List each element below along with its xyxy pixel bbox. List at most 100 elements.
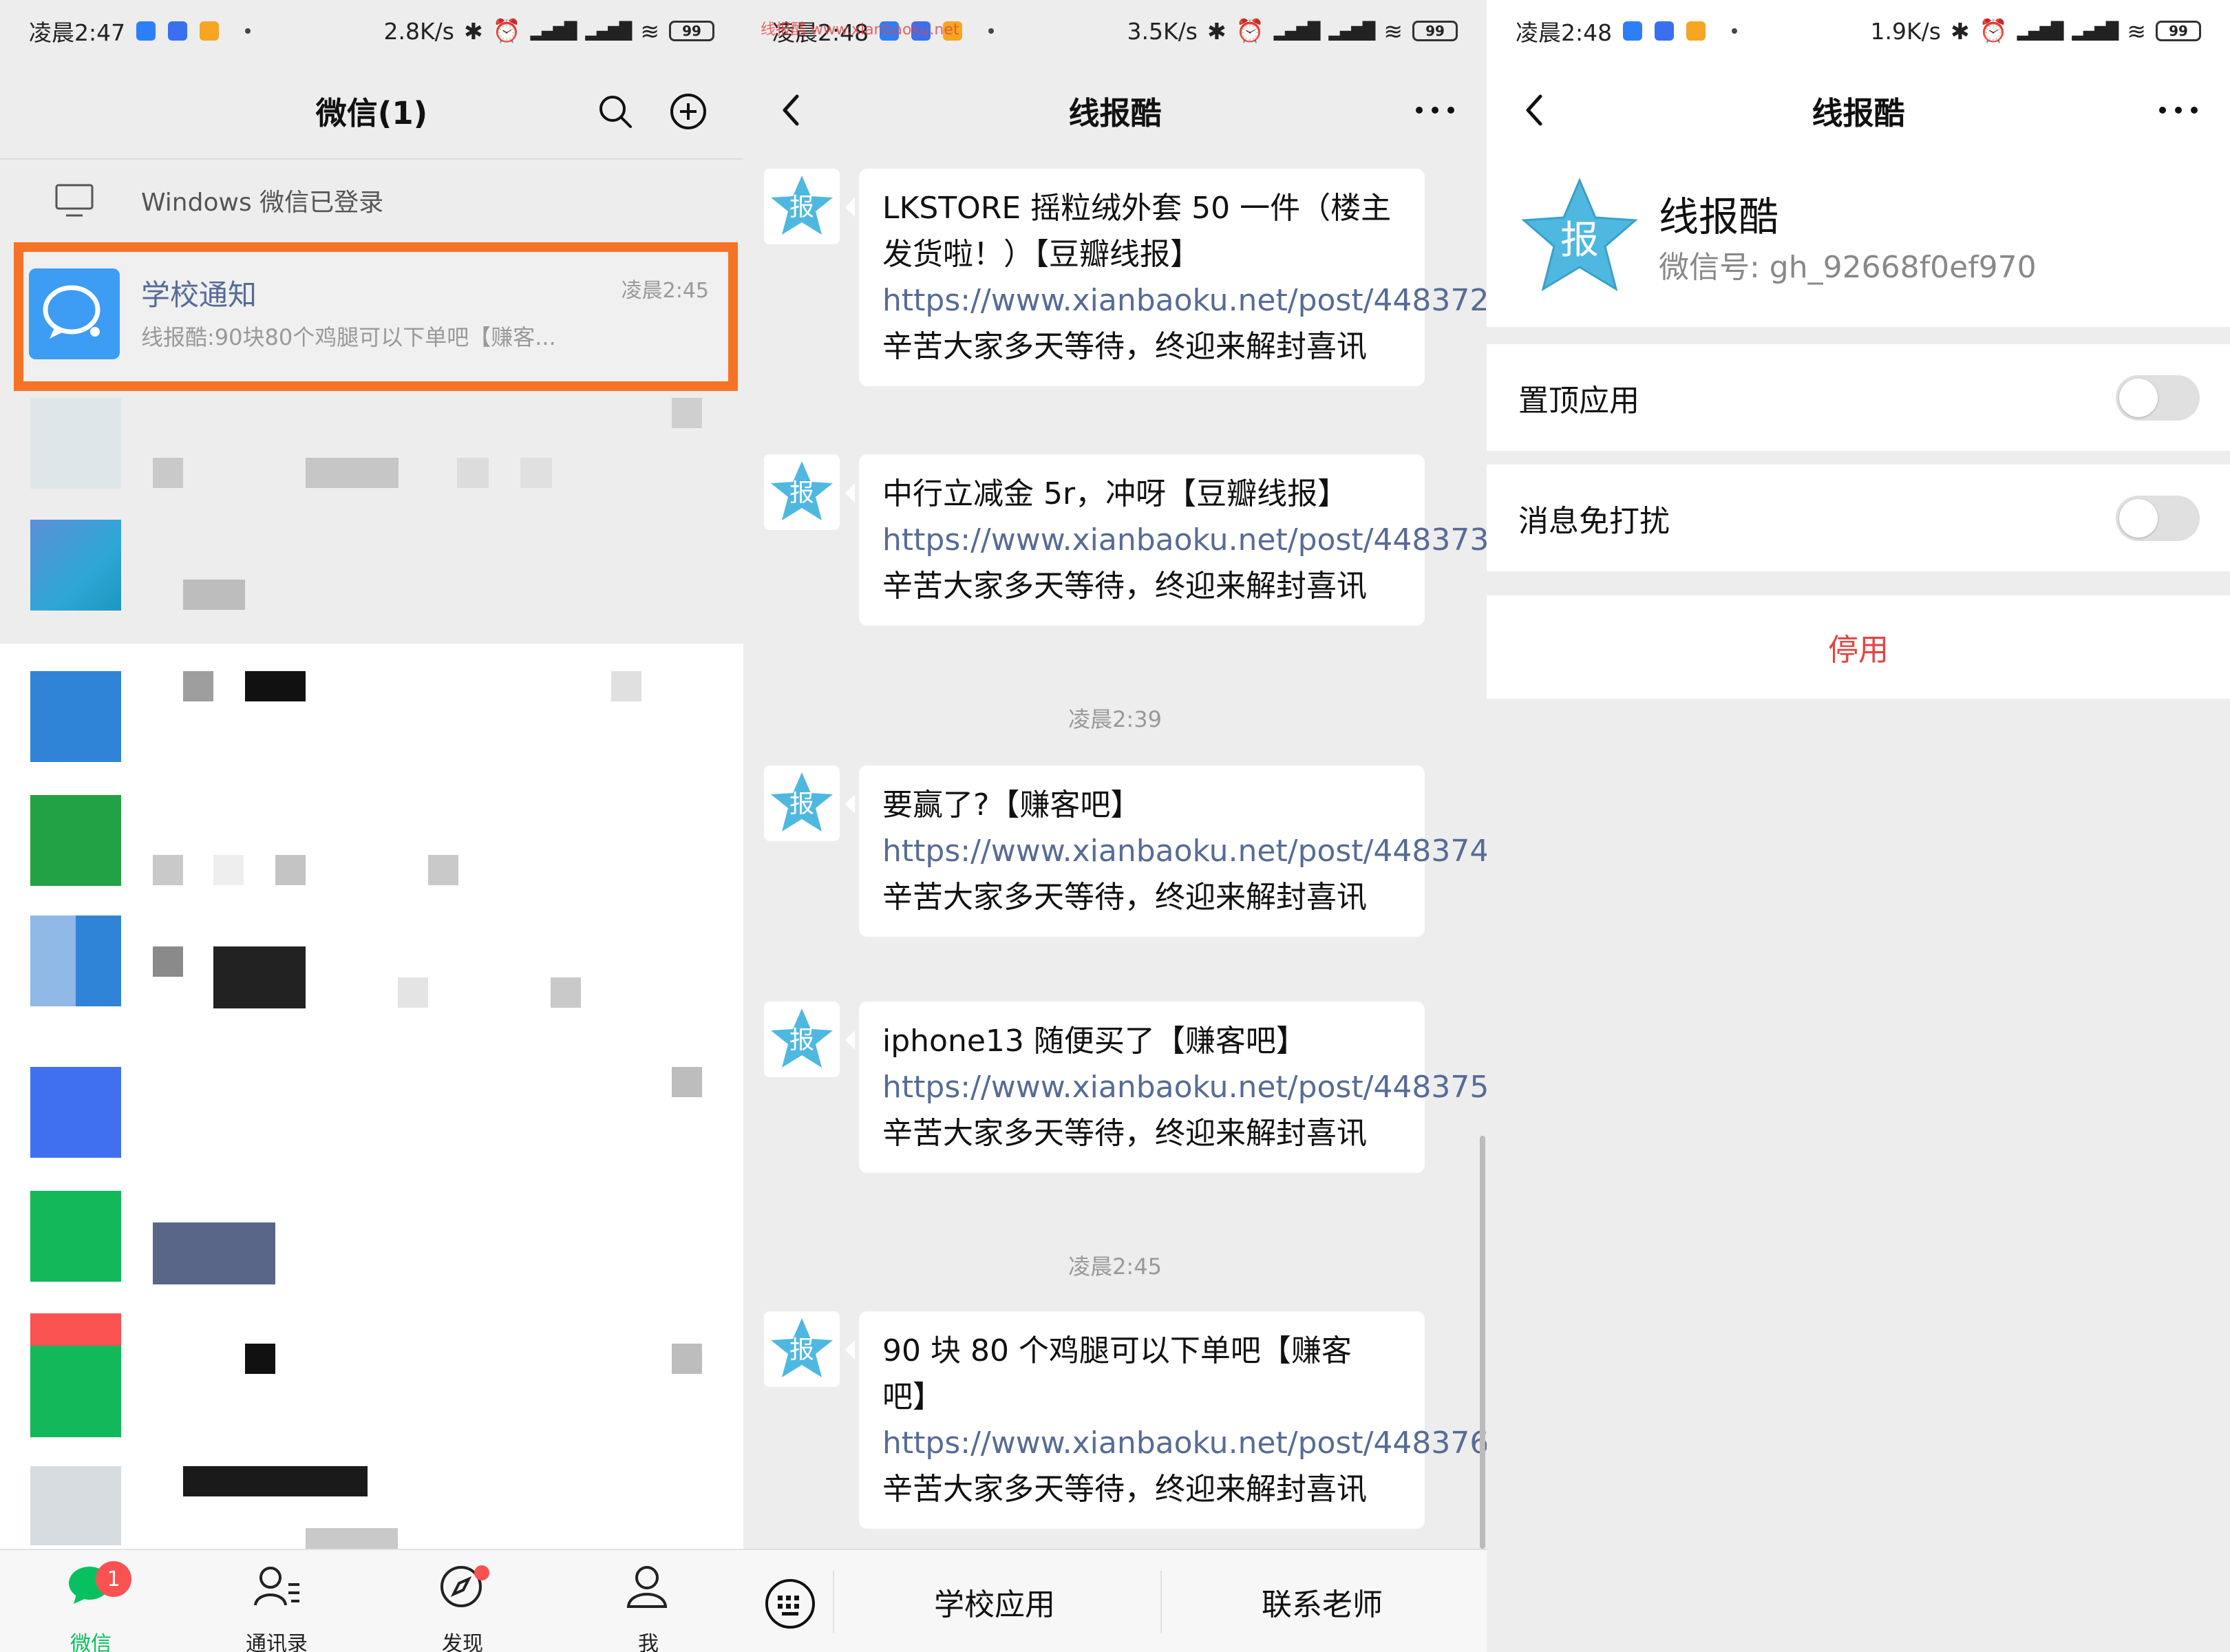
more-icon[interactable] — [2154, 89, 2202, 131]
message-link[interactable]: https://www.xianbaoku.net/post/448376.ht… — [882, 1426, 1487, 1461]
nav-bar: 线报酷 — [1487, 62, 2230, 158]
more-icon[interactable] — [1411, 89, 1459, 131]
message-link[interactable]: https://www.xianbaoku.net/post/448372.ht… — [882, 283, 1487, 318]
blurred-avatar — [30, 1067, 121, 1158]
app-notification-icon — [200, 21, 220, 41]
back-icon[interactable] — [1514, 89, 1555, 131]
blurred-block — [306, 458, 399, 488]
status-bar: 凌晨2:47 2.8K/s ✱ ⏰ ▂▄▆█ ▂▄▆█ ≋ 99 — [0, 0, 743, 62]
star-avatar-icon[interactable]: 报 — [764, 1311, 840, 1387]
tab-discover[interactable]: 发现 — [394, 1561, 531, 1652]
message-bubble[interactable]: LKSTORE 摇粒绒外套 50 一件（楼主发货啦！）【豆瓣线报】 https:… — [845, 169, 1487, 386]
message-tail: 辛苦大家多天等待，终迎来解封喜讯 — [882, 880, 1367, 915]
pin-app-toggle[interactable] — [2116, 375, 2200, 421]
message-tail: 辛苦大家多天等待，终迎来解封喜讯 — [882, 1472, 1367, 1507]
blurred-block — [183, 671, 213, 701]
setting-label: 消息免打扰 — [1518, 503, 1670, 539]
page-title: 线报酷 — [1068, 94, 1162, 131]
windows-login-label: Windows 微信已登录 — [141, 189, 384, 217]
blurred-block — [153, 855, 183, 885]
tab-chats[interactable]: 1 微信 — [22, 1561, 160, 1652]
page-title: 线报酷 — [1812, 94, 1905, 131]
contacts-icon — [254, 1567, 299, 1606]
wifi-icon: ≋ — [640, 17, 659, 45]
page-title: 微信(1) — [315, 94, 428, 131]
star-avatar-icon[interactable]: 报 — [764, 169, 840, 244]
star-avatar-icon[interactable]: 报 — [764, 454, 840, 530]
search-icon[interactable] — [596, 92, 635, 131]
message-link[interactable]: https://www.xianbaoku.net/post/448374.ht… — [882, 834, 1487, 869]
tab-me[interactable]: 我 — [580, 1561, 717, 1652]
network-speed: 2.8K/s — [383, 17, 454, 45]
message-bubble[interactable]: 中行立减金 5r，冲呀【豆瓣线报】 https://www.xianbaoku.… — [845, 454, 1487, 626]
blurred-avatar — [30, 795, 121, 886]
menu-school-apps[interactable]: 学校应用 — [833, 1550, 1156, 1652]
star-avatar-icon[interactable]: 报 — [764, 1002, 840, 1077]
blurred-avatar — [30, 915, 121, 1006]
highlight-box — [14, 242, 738, 391]
add-icon[interactable] — [669, 92, 708, 131]
message-text: iphone13 随便买了【赚客吧】 — [882, 1024, 1306, 1059]
setting-pin-app: 置顶应用 — [1487, 344, 2230, 451]
more-notifications-icon — [988, 28, 995, 34]
tab-contacts[interactable]: 通讯录 — [208, 1561, 346, 1652]
blurred-block — [213, 946, 306, 1008]
avatar-text: 报 — [1560, 218, 1599, 263]
network-speed: 1.9K/s — [1870, 17, 1941, 45]
setting-label: 置顶应用 — [1518, 383, 1639, 419]
signal-icon: ▂▄▆█ — [530, 21, 577, 41]
new-dot — [474, 1565, 489, 1580]
blurred-block — [611, 671, 641, 701]
blurred-block — [398, 977, 428, 1008]
more-notifications-icon — [245, 28, 251, 34]
signal-icon: ▂▄▆█ — [2017, 21, 2064, 41]
message-bubble[interactable]: 要赢了?【赚客吧】 https://www.xianbaoku.net/post… — [845, 765, 1487, 937]
blurred-avatar — [30, 1313, 121, 1437]
blurred-block — [153, 1222, 275, 1284]
blurred-block — [245, 1344, 275, 1374]
alarm-icon: ⏰ — [492, 17, 521, 44]
blurred-avatar — [30, 1191, 121, 1282]
svg-text:报: 报 — [789, 790, 814, 818]
blurred-avatar — [30, 520, 121, 611]
wifi-icon: ≋ — [1383, 17, 1403, 45]
mute-toggle[interactable] — [2116, 496, 2200, 541]
blurred-block — [213, 855, 244, 885]
star-avatar-icon: 报 — [1521, 178, 1638, 292]
message-text: 要赢了?【赚客吧】 — [882, 787, 1141, 823]
keyboard-icon[interactable] — [764, 1578, 816, 1630]
alarm-icon: ⏰ — [1235, 17, 1264, 44]
message-text: 90 块 80 个鸡腿可以下单吧【赚客吧】 — [882, 1333, 1352, 1415]
battery-icon: 99 — [2156, 21, 2201, 41]
back-icon[interactable] — [771, 89, 812, 131]
svg-text:报: 报 — [789, 1336, 814, 1364]
message-link[interactable]: https://www.xianbaoku.net/post/448375.ht… — [882, 1070, 1487, 1105]
blurred-block — [457, 458, 489, 488]
blurred-block — [428, 855, 458, 885]
tab-label: 微信 — [70, 1632, 111, 1652]
official-account-settings-screen: 凌晨2:48 1.9K/s ✱ ⏰ ▂▄▆█ ▂▄▆█ ≋ 99 线报酷 报 线… — [1487, 0, 2230, 1652]
blurred-block — [306, 1528, 398, 1549]
status-time: 凌晨2:47 — [29, 19, 126, 46]
message-tail: 辛苦大家多天等待，终迎来解封喜讯 — [882, 1116, 1367, 1151]
person-icon — [626, 1566, 668, 1608]
message-link[interactable]: https://www.xianbaoku.net/post/448373.ht… — [882, 522, 1487, 558]
message-tail: 辛苦大家多天等待，终迎来解封喜讯 — [882, 329, 1367, 364]
scrollbar[interactable] — [1480, 1136, 1485, 1549]
status-bar: 凌晨2:48 1.9K/s ✱ ⏰ ▂▄▆█ ▂▄▆█ ≋ 99 — [1487, 0, 2230, 62]
svg-text:报: 报 — [789, 1026, 814, 1055]
message-bubble[interactable]: 90 块 80 个鸡腿可以下单吧【赚客吧】 https://www.xianba… — [845, 1311, 1487, 1529]
star-avatar-icon[interactable]: 报 — [764, 765, 840, 841]
message-text: 中行立减金 5r，冲呀【豆瓣线报】 — [882, 476, 1348, 511]
menu-contact-teacher[interactable]: 联系老师 — [1160, 1550, 1484, 1652]
message-bubble[interactable]: iphone13 随便买了【赚客吧】 https://www.xianbaoku… — [845, 1002, 1487, 1173]
battery-icon: 99 — [669, 21, 714, 41]
windows-login-row[interactable]: Windows 微信已登录 — [0, 158, 743, 241]
signal-icon-2: ▂▄▆█ — [585, 21, 633, 41]
bottom-tab-bar: 1 微信 通讯录 发现 我 — [0, 1549, 743, 1652]
disable-button[interactable]: 停用 — [1487, 595, 2230, 699]
blurred-avatar — [30, 671, 121, 762]
bluetooth-icon: ✱ — [463, 17, 483, 45]
blurred-avatar — [30, 1466, 121, 1545]
more-notifications-icon — [1732, 28, 1738, 34]
